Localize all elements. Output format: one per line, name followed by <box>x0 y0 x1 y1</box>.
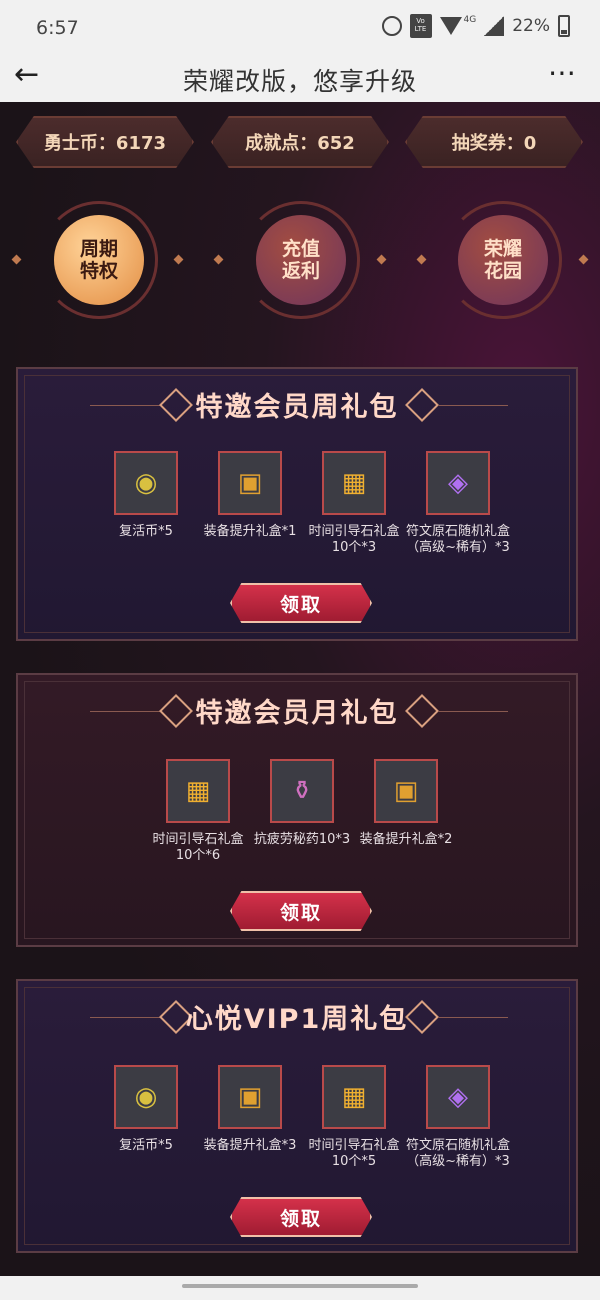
more-options-icon[interactable]: ⋯ <box>548 56 578 89</box>
reward-label: 装备提升礼盒*1 <box>203 524 297 539</box>
anti-fatigue-potion-icon: ⚱ <box>270 759 334 823</box>
status-time: 6:57 <box>36 17 79 39</box>
reward-item[interactable]: ⚱ 抗疲劳秘药10*3 <box>250 759 354 848</box>
title-divider <box>438 1017 508 1018</box>
claim-button[interactable]: 领取 <box>230 891 372 931</box>
tab-recharge-rebate[interactable]: 充值 返利 <box>236 195 366 325</box>
title-divider <box>438 405 508 406</box>
reward-item[interactable]: ◈ 符文原石随机礼盒（高级~稀有）*3 <box>406 1065 510 1170</box>
claim-button[interactable]: 领取 <box>230 1197 372 1237</box>
tab-label-line1: 荣耀 <box>483 238 522 260</box>
tab-honor-garden[interactable]: 荣耀 花园 <box>438 195 568 325</box>
currency-warrior-coin: 勇士币：6173 <box>16 116 194 168</box>
claim-button[interactable]: 领取 <box>230 583 372 623</box>
currency-lottery-tickets: 抽奖券：0 <box>405 116 583 168</box>
network-label: 4G <box>463 15 477 25</box>
time-guide-stone-box-icon: ▦ <box>322 451 386 515</box>
tab-periodic-privilege[interactable]: 周期 特权 <box>34 195 164 325</box>
reward-label: 符文原石随机礼盒（高级~稀有）*3 <box>406 1138 511 1169</box>
reward-item[interactable]: ◉ 复活币*5 <box>94 451 198 540</box>
reward-item[interactable]: ▣ 装备提升礼盒*2 <box>354 759 458 848</box>
tab-label-line2: 返利 <box>281 260 320 282</box>
rune-stone-box-icon: ◈ <box>426 451 490 515</box>
reward-label: 装备提升礼盒*2 <box>359 832 453 847</box>
tab-disc: 周期 特权 <box>54 215 144 305</box>
tab-label-line1: 充值 <box>281 238 320 260</box>
revive-coin-icon: ◉ <box>114 1065 178 1129</box>
reward-label: 抗疲劳秘药10*3 <box>253 832 351 847</box>
reward-label: 复活币*5 <box>119 524 173 539</box>
revive-coin-icon: ◉ <box>114 451 178 515</box>
status-bar: 6:57 Vo LTE 4G 22% <box>0 0 600 52</box>
reward-item[interactable]: ◉ 复活币*5 <box>94 1065 198 1154</box>
title-divider <box>438 711 508 712</box>
page-title: 荣耀改版，悠享升级 <box>182 67 417 96</box>
reward-item[interactable]: ▦ 时间引导石礼盒10个*6 <box>146 759 250 864</box>
gear-upgrade-box-icon: ▣ <box>218 1065 282 1129</box>
wifi-icon <box>439 17 462 35</box>
tab-label-line2: 花园 <box>483 260 522 282</box>
tab-label-line1: 周期 <box>79 238 118 260</box>
reward-label: 时间引导石礼盒10个*5 <box>308 1138 400 1169</box>
tab-disc: 荣耀 花园 <box>458 215 548 305</box>
battery-icon <box>558 15 570 37</box>
status-icons: Vo LTE 4G 22% <box>381 14 570 38</box>
system-nav-bar <box>0 1276 600 1300</box>
gift-pack-card: 特邀会员周礼包 ◉ 复活币*5 ▣ 装备提升礼盒*1 ▦ 时间引导石礼盒10个*… <box>16 367 578 641</box>
reward-item[interactable]: ▣ 装备提升礼盒*3 <box>198 1065 302 1154</box>
time-guide-stone-box-icon: ▦ <box>322 1065 386 1129</box>
reward-label: 装备提升礼盒*3 <box>203 1138 297 1153</box>
gift-pack-card: 特邀会员月礼包 ▦ 时间引导石礼盒10个*6 ⚱ 抗疲劳秘药10*3 ▣ 装备提… <box>16 673 578 947</box>
volte-icon: Vo LTE <box>409 14 432 38</box>
battery-percent: 22% <box>512 16 550 36</box>
nav-bar: ← 荣耀改版，悠享升级 ⋯ <box>0 52 600 102</box>
reward-item[interactable]: ◈ 符文原石随机礼盒（高级~稀有）*3 <box>406 451 510 556</box>
reward-label: 符文原石随机礼盒（高级~稀有）*3 <box>406 524 511 555</box>
gear-upgrade-box-icon: ▣ <box>218 451 282 515</box>
reward-item[interactable]: ▣ 装备提升礼盒*1 <box>198 451 302 540</box>
gift-pack-card: 心悦VIP1周礼包 ◉ 复活币*5 ▣ 装备提升礼盒*3 ▦ 时间引导石礼盒10… <box>16 979 578 1253</box>
currency-achievement-points: 成就点：652 <box>211 116 389 168</box>
reward-item[interactable]: ▦ 时间引导石礼盒10个*3 <box>302 451 406 556</box>
reward-label: 时间引导石礼盒10个*3 <box>308 524 400 555</box>
tab-label-line2: 特权 <box>79 260 118 282</box>
reward-label: 时间引导石礼盒10个*6 <box>152 832 244 863</box>
rune-stone-box-icon: ◈ <box>426 1065 490 1129</box>
reward-label: 复活币*5 <box>119 1138 173 1153</box>
home-indicator[interactable] <box>182 1284 418 1288</box>
reward-item[interactable]: ▦ 时间引导石礼盒10个*5 <box>302 1065 406 1170</box>
alarm-icon <box>381 16 402 36</box>
signal-icon <box>484 16 505 36</box>
time-guide-stone-box-icon: ▦ <box>166 759 230 823</box>
gear-upgrade-box-icon: ▣ <box>374 759 438 823</box>
tab-disc: 充值 返利 <box>256 215 346 305</box>
